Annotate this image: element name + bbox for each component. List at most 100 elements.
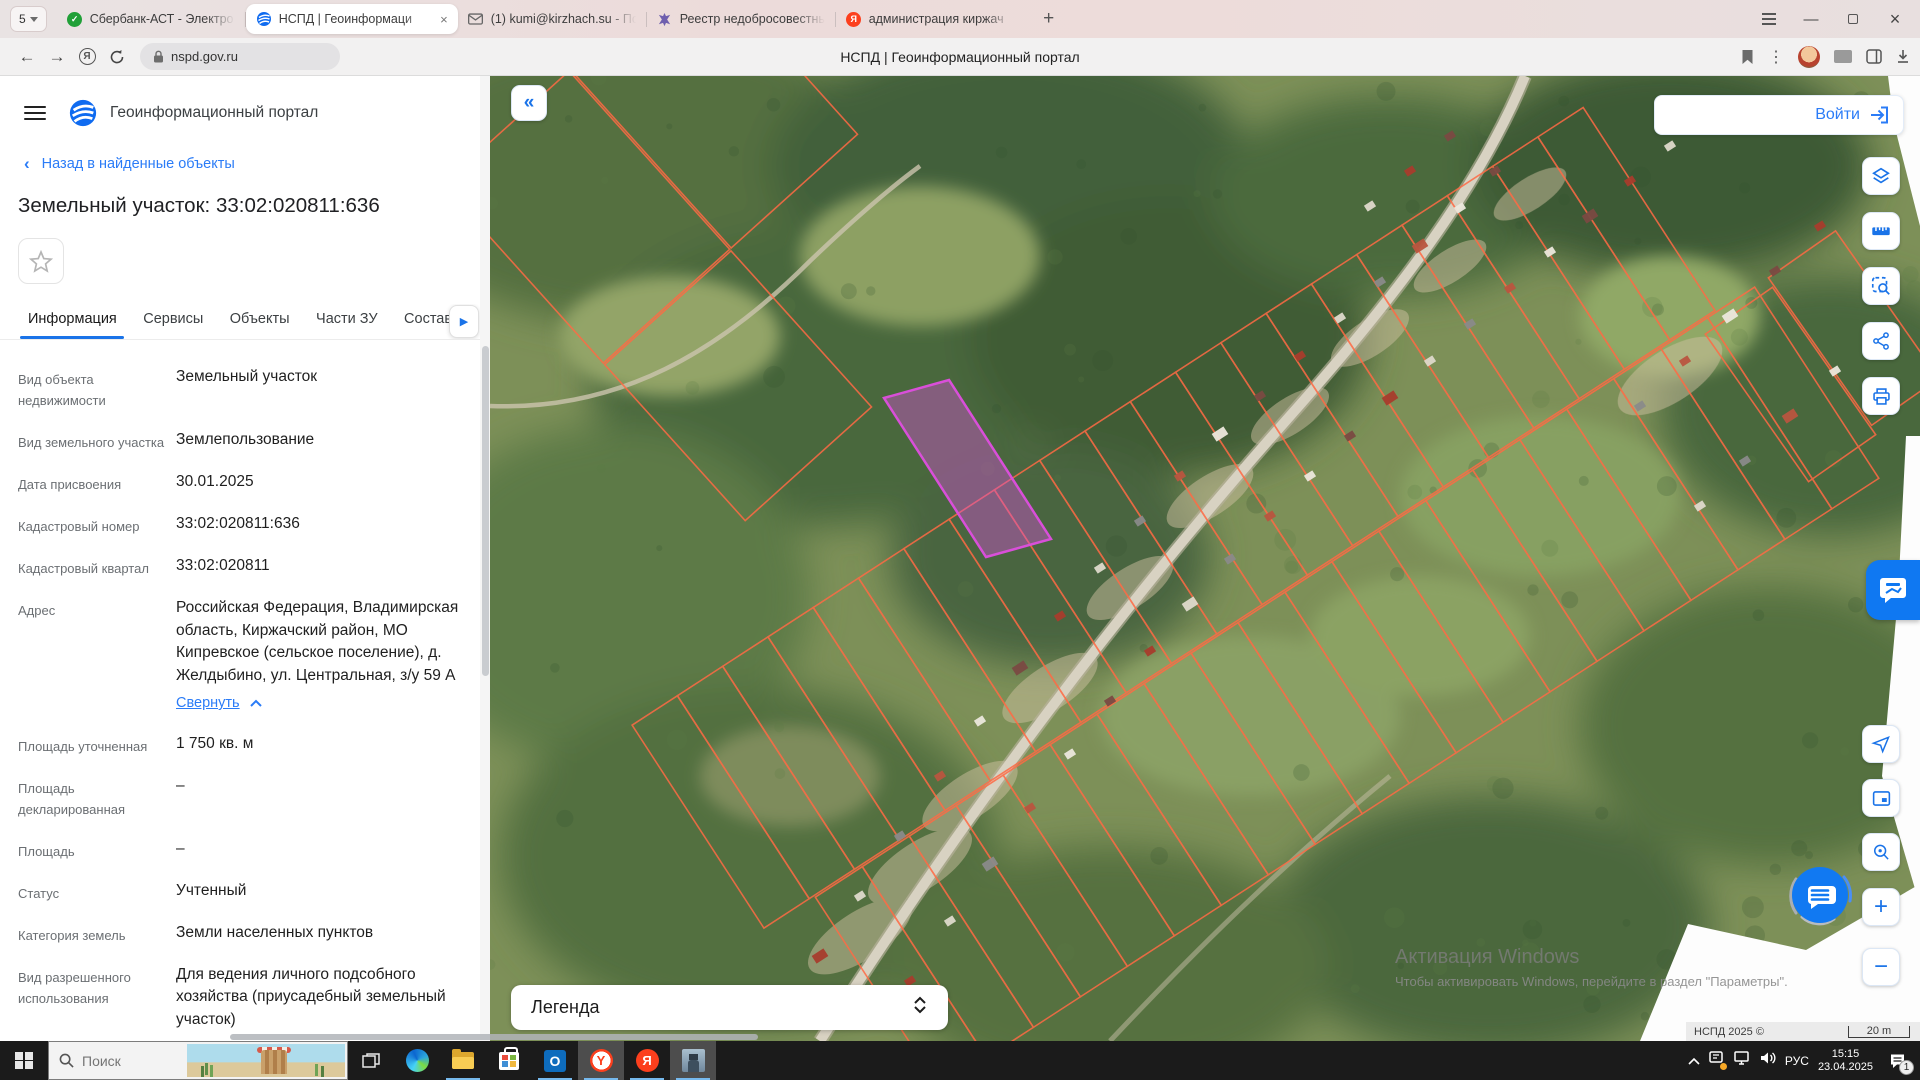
tab-counter-value: 5 bbox=[19, 12, 26, 26]
zoom-out-button[interactable]: − bbox=[1862, 948, 1900, 986]
tray-update-icon[interactable] bbox=[1709, 1051, 1725, 1070]
browser-tabs: ✓ Сбербанк-АСТ - Электро НСПД | Геоинфор… bbox=[57, 0, 1024, 38]
field-row: Площадь– bbox=[18, 838, 470, 862]
print-button[interactable] bbox=[1862, 377, 1900, 415]
map-scale-bar: 20 m bbox=[1848, 1026, 1910, 1038]
collapse-address-link[interactable]: Свернуть bbox=[176, 692, 262, 715]
favorite-star-button[interactable] bbox=[18, 238, 64, 284]
outlook-taskbar-button[interactable]: O bbox=[532, 1041, 578, 1080]
browser-menu-button[interactable] bbox=[1750, 4, 1788, 34]
chevron-up-icon bbox=[250, 699, 262, 707]
field-row: Площадь декларированная– bbox=[18, 775, 470, 820]
map-area: « Войти bbox=[490, 76, 1920, 1041]
file-explorer-taskbar-button[interactable] bbox=[440, 1041, 486, 1080]
tray-volume-icon[interactable] bbox=[1760, 1051, 1776, 1070]
minimap-icon bbox=[1871, 788, 1892, 809]
browser-tabbar: 5 ✓ Сбербанк-АСТ - Электро НСПД | Геоинф… bbox=[0, 0, 1920, 38]
tab-parts[interactable]: Части ЗУ bbox=[316, 304, 378, 334]
search-highlight-image[interactable] bbox=[187, 1044, 345, 1077]
minimap-button[interactable] bbox=[1862, 779, 1900, 817]
tab-objects[interactable]: Объекты bbox=[230, 304, 290, 334]
field-row-address: Адрес Российская Федерация, Владимирская… bbox=[18, 597, 470, 715]
ruler-icon bbox=[1870, 220, 1892, 242]
measure-button[interactable] bbox=[1862, 212, 1900, 250]
task-view-button[interactable] bbox=[348, 1041, 394, 1080]
search-icon bbox=[59, 1053, 74, 1068]
yandex-home-button[interactable]: Я bbox=[72, 42, 102, 72]
chevron-down-icon bbox=[30, 17, 38, 22]
widget-icon[interactable] bbox=[1834, 50, 1852, 63]
search-input[interactable] bbox=[82, 1053, 202, 1069]
share-button[interactable] bbox=[1862, 322, 1900, 360]
tab-information[interactable]: Информация bbox=[28, 304, 117, 334]
clock[interactable]: 15:15 23.04.2025 bbox=[1818, 1048, 1873, 1074]
legend-expand-icon[interactable] bbox=[912, 995, 928, 1020]
bookmark-icon[interactable] bbox=[1741, 49, 1754, 65]
new-tab-button[interactable]: + bbox=[1036, 6, 1062, 32]
more-menu-icon[interactable]: ⋮ bbox=[1768, 47, 1784, 67]
tray-expand-icon[interactable] bbox=[1688, 1052, 1700, 1070]
map-copyright: НСПД 2025 © bbox=[1694, 1026, 1764, 1038]
field-row: Кадастровый квартал33:02:020811 bbox=[18, 555, 470, 579]
restore-button[interactable] bbox=[1834, 4, 1872, 34]
outlook-icon: O bbox=[544, 1050, 566, 1072]
horizontal-scrollbar-thumb[interactable] bbox=[230, 1034, 758, 1040]
tab-counter-button[interactable]: 5 bbox=[10, 6, 47, 32]
start-button[interactable] bbox=[0, 1041, 48, 1080]
language-indicator[interactable]: РУС bbox=[1785, 1054, 1809, 1068]
taskbar-search[interactable] bbox=[48, 1041, 348, 1080]
search-on-map-button[interactable] bbox=[1862, 833, 1900, 871]
store-taskbar-button[interactable] bbox=[486, 1041, 532, 1080]
system-tray: РУС 15:15 23.04.2025 1 bbox=[1688, 1041, 1920, 1080]
address-bar[interactable]: nspd.gov.ru bbox=[140, 43, 340, 70]
object-title: Земельный участок: 33:02:020811:636 bbox=[18, 194, 490, 218]
area-search-button[interactable] bbox=[1862, 267, 1900, 305]
chat-fab-button[interactable] bbox=[1782, 857, 1858, 933]
close-window-button[interactable]: × bbox=[1876, 4, 1914, 34]
layers-button[interactable] bbox=[1862, 157, 1900, 195]
area-search-icon bbox=[1870, 275, 1892, 297]
tab-registry[interactable]: Реестр недобросовестны bbox=[647, 4, 835, 34]
portal-header: Геоинформационный портал bbox=[24, 98, 490, 128]
field-row: Категория земельЗемли населенных пунктов bbox=[18, 922, 470, 946]
yandex-browser-taskbar-button[interactable]: Y bbox=[578, 1041, 624, 1080]
zoom-in-button[interactable]: + bbox=[1862, 888, 1900, 926]
refresh-button[interactable] bbox=[102, 42, 132, 72]
yandex-taskbar-button[interactable]: Я bbox=[624, 1041, 670, 1080]
minimize-button[interactable]: — bbox=[1792, 4, 1830, 34]
feedback-tab-button[interactable] bbox=[1866, 560, 1920, 620]
print-icon bbox=[1871, 386, 1892, 407]
notification-center-button[interactable]: 1 bbox=[1882, 1046, 1912, 1076]
locate-button[interactable] bbox=[1862, 725, 1900, 763]
back-to-results-link[interactable]: ‹ Назад в найденные объекты bbox=[24, 154, 490, 174]
layers-icon bbox=[1870, 165, 1892, 187]
photo-app-taskbar-button[interactable] bbox=[670, 1041, 716, 1080]
back-button[interactable]: ← bbox=[12, 42, 42, 72]
object-info-panel: Геоинформационный портал ‹ Назад в найде… bbox=[0, 76, 490, 1041]
tabs-scroll-right-button[interactable]: ▶ bbox=[449, 305, 479, 338]
tab-nspd-active[interactable]: НСПД | Геоинформаци × bbox=[246, 4, 458, 34]
forward-button[interactable]: → bbox=[42, 42, 72, 72]
notification-badge: 1 bbox=[1899, 1060, 1914, 1075]
satellite-map-canvas[interactable] bbox=[490, 76, 1920, 1041]
tab-mail[interactable]: (1) kumi@kirzhach.su - По bbox=[458, 4, 646, 34]
hamburger-menu-icon[interactable] bbox=[24, 106, 46, 120]
collapse-panel-button[interactable]: « bbox=[511, 85, 547, 121]
login-bar[interactable]: Войти bbox=[1654, 95, 1904, 135]
tab-services[interactable]: Сервисы bbox=[143, 304, 203, 334]
close-tab-icon[interactable]: × bbox=[440, 12, 448, 27]
nspd-favicon bbox=[256, 11, 272, 27]
tabs-panel-icon[interactable] bbox=[1866, 49, 1882, 64]
tray-network-icon[interactable] bbox=[1734, 1051, 1751, 1070]
active-tab-underline bbox=[20, 336, 124, 339]
object-fields: Вид объекта недвижимостиЗемельный участо… bbox=[18, 366, 470, 1031]
tab-administration[interactable]: Я администрация киржач bbox=[836, 4, 1024, 34]
download-icon[interactable] bbox=[1896, 49, 1910, 64]
edge-taskbar-button[interactable] bbox=[394, 1041, 440, 1080]
profile-avatar[interactable] bbox=[1798, 46, 1820, 68]
lock-icon bbox=[153, 50, 164, 63]
clock-time: 15:15 bbox=[1818, 1048, 1873, 1061]
panel-scrollbar-thumb[interactable] bbox=[482, 346, 489, 676]
legend-bar[interactable]: Легенда bbox=[511, 985, 948, 1030]
tab-sberbank[interactable]: ✓ Сбербанк-АСТ - Электро bbox=[57, 4, 245, 34]
